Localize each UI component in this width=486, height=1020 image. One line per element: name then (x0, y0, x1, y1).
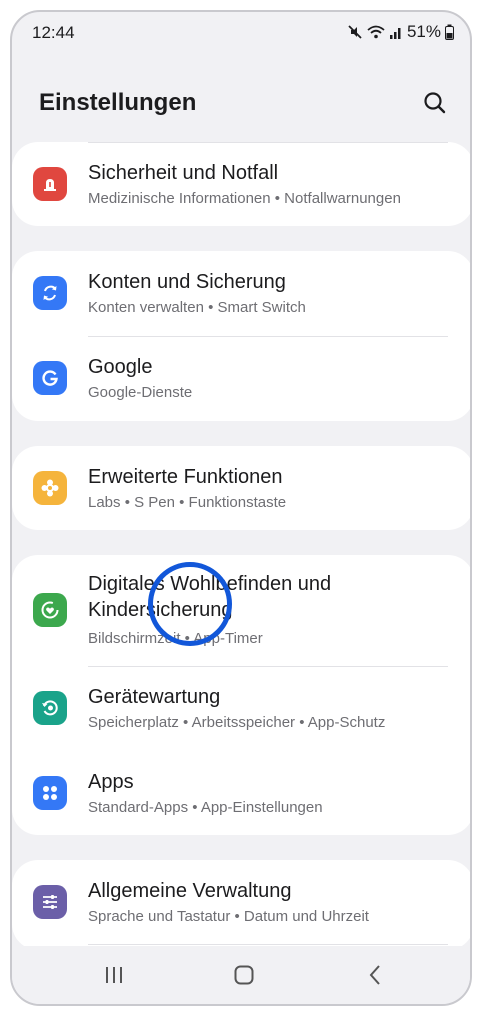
card-advanced: Erweiterte Funktionen Labs • S Pen • Fun… (12, 446, 470, 530)
status-bar: 12:44 51% (12, 12, 470, 56)
wellbeing-icon (33, 593, 67, 627)
recents-button[interactable] (94, 960, 134, 990)
signal-icon (389, 28, 401, 39)
setting-google[interactable]: Google Google-Dienste (12, 336, 470, 421)
setting-device-care[interactable]: Gerätewartung Speicherplatz • Arbeitsspe… (12, 666, 470, 751)
search-icon (424, 92, 446, 114)
back-button[interactable] (356, 960, 396, 990)
item-title: Google (88, 356, 153, 378)
item-subtitle: Sprache und Tastatur • Datum und Uhrzeit (88, 908, 369, 925)
card-wellbeing-apps: Digitales Wohlbefinden und Kindersicheru… (12, 555, 470, 835)
wifi-icon (367, 25, 385, 39)
mute-icon (348, 25, 362, 39)
card-safety: Sicherheit und Notfall Medizinische Info… (12, 142, 470, 226)
item-title: Gerätewartung (88, 686, 221, 708)
touch-indicator (148, 562, 232, 646)
general-management-icon (33, 885, 67, 919)
item-title: Apps (88, 771, 134, 793)
item-title: Digitales Wohlbefinden und Kindersicheru… (88, 573, 332, 621)
item-subtitle: Speicherplatz • Arbeitsspeicher • App-Sc… (88, 714, 386, 731)
setting-apps[interactable]: Apps Standard-Apps • App-Einstellungen (12, 751, 470, 835)
advanced-features-icon (33, 471, 67, 505)
item-subtitle: Google-Dienste (88, 384, 193, 401)
setting-safety-emergency[interactable]: Sicherheit und Notfall Medizinische Info… (12, 142, 470, 226)
device-care-icon (33, 691, 67, 725)
page-title: Einstellungen (39, 89, 197, 116)
setting-digital-wellbeing[interactable]: Digitales Wohlbefinden und Kindersicheru… (12, 555, 470, 666)
card-accounts: Konten und Sicherung Konten verwalten • … (12, 251, 470, 421)
emergency-icon (33, 167, 67, 201)
battery-percent: 51% (406, 22, 441, 41)
item-subtitle: Standard-Apps • App-Einstellungen (88, 799, 323, 816)
home-button[interactable] (224, 960, 264, 990)
item-title: Allgemeine Verwaltung (88, 880, 292, 902)
status-time: 12:44 (32, 23, 75, 42)
item-subtitle: Medizinische Informationen • Notfallwarn… (88, 190, 401, 207)
card-general-management: Allgemeine Verwaltung Sprache und Tastat… (12, 860, 470, 950)
item-title: Konten und Sicherung (88, 271, 286, 293)
recents-icon (106, 967, 122, 983)
setting-accounts-backup[interactable]: Konten und Sicherung Konten verwalten • … (12, 251, 470, 336)
google-icon (33, 361, 67, 395)
item-subtitle: Konten verwalten • Smart Switch (88, 299, 306, 316)
back-icon (369, 965, 380, 985)
battery-icon (445, 24, 454, 40)
search-button[interactable] (420, 88, 450, 118)
item-subtitle: Labs • S Pen • Funktionstaste (88, 494, 287, 511)
apps-icon (33, 776, 67, 810)
item-title: Erweiterte Funktionen (88, 466, 283, 488)
setting-advanced-features[interactable]: Erweiterte Funktionen Labs • S Pen • Fun… (12, 446, 470, 530)
phone-screen: 12:44 51% Einstellungen Sicherheit und N… (10, 10, 472, 1006)
divider (88, 944, 448, 945)
status-icons: 51% (347, 22, 454, 42)
sync-icon (33, 276, 67, 310)
setting-general-management[interactable]: Allgemeine Verwaltung Sprache und Tastat… (12, 860, 470, 944)
home-icon (234, 965, 254, 985)
settings-header: Einstellungen (12, 72, 470, 132)
navigation-bar (12, 946, 470, 1004)
item-title: Sicherheit und Notfall (88, 162, 279, 184)
